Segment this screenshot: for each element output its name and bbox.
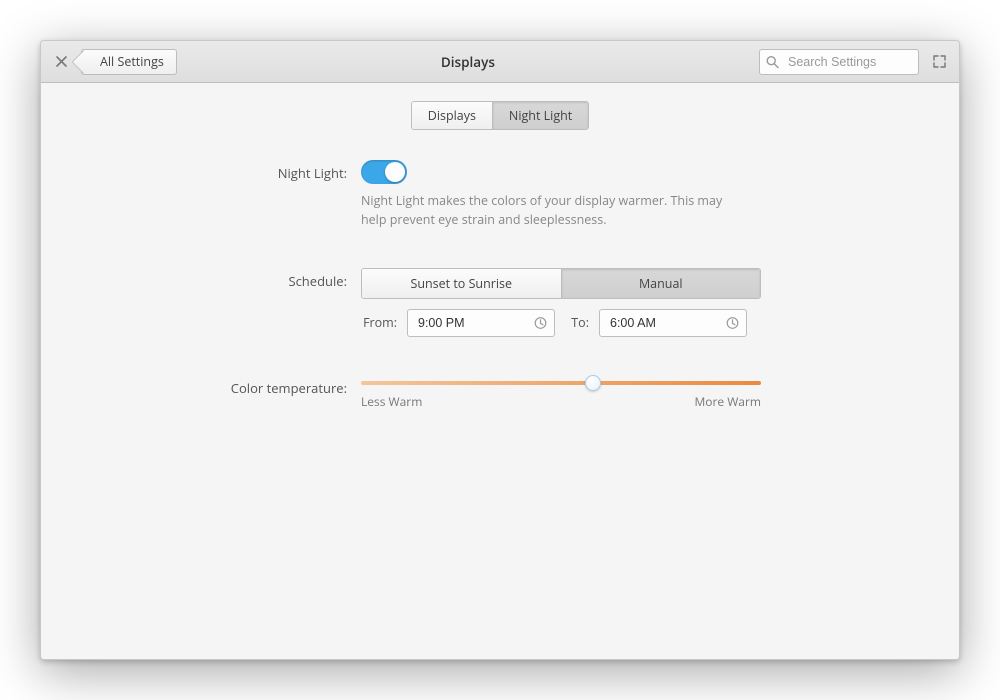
- tab-row: Displays Night Light: [81, 101, 919, 130]
- maximize-icon: [933, 55, 946, 68]
- schedule-row: Schedule: Sunset to Sunrise Manual From:…: [81, 268, 919, 337]
- color-temp-row: Color temperature: Less Warm More Warm: [81, 375, 919, 410]
- slider-thumb[interactable]: [585, 375, 601, 391]
- schedule-manual-button[interactable]: Manual: [561, 269, 761, 298]
- night-light-toggle[interactable]: [361, 160, 407, 184]
- night-light-description: Night Light makes the colors of your dis…: [361, 192, 741, 230]
- settings-window: All Settings Displays Displays Night Lig…: [40, 40, 960, 660]
- clock-icon: [726, 316, 739, 329]
- back-button-label: All Settings: [100, 53, 164, 70]
- from-label: From:: [361, 314, 397, 331]
- from-input-wrap: [407, 309, 555, 337]
- clock-icon: [534, 316, 547, 329]
- schedule-time-row: From: To:: [361, 309, 781, 337]
- to-time-input[interactable]: [599, 309, 747, 337]
- to-label: To:: [565, 314, 589, 331]
- slider-more-label: More Warm: [694, 393, 761, 410]
- night-light-label: Night Light:: [81, 160, 361, 182]
- schedule-sunset-button[interactable]: Sunset to Sunrise: [362, 269, 561, 298]
- close-button[interactable]: [49, 50, 73, 74]
- all-settings-back-button[interactable]: All Settings: [81, 49, 177, 75]
- headerbar: All Settings Displays: [41, 41, 959, 83]
- slider-labels: Less Warm More Warm: [361, 393, 761, 410]
- content-area: Displays Night Light Night Light: Night …: [41, 83, 959, 659]
- to-input-wrap: [599, 309, 747, 337]
- color-temp-label: Color temperature:: [81, 375, 361, 397]
- maximize-button[interactable]: [927, 50, 951, 74]
- from-time-input[interactable]: [407, 309, 555, 337]
- night-light-row: Night Light: Night Light makes the color…: [81, 160, 919, 230]
- schedule-label: Schedule:: [81, 268, 361, 290]
- tab-displays[interactable]: Displays: [412, 102, 492, 129]
- color-temp-slider-wrap: Less Warm More Warm: [361, 375, 761, 410]
- toggle-knob: [385, 162, 405, 182]
- search-icon: [766, 55, 779, 68]
- tab-night-light[interactable]: Night Light: [492, 102, 588, 129]
- slider-less-label: Less Warm: [361, 393, 422, 410]
- close-icon: [56, 56, 67, 67]
- search-input[interactable]: [759, 49, 919, 75]
- tab-group: Displays Night Light: [411, 101, 589, 130]
- window-title: Displays: [185, 53, 751, 71]
- schedule-group: Sunset to Sunrise Manual: [361, 268, 761, 299]
- search-wrap: [759, 49, 919, 75]
- color-temp-slider[interactable]: [361, 381, 761, 385]
